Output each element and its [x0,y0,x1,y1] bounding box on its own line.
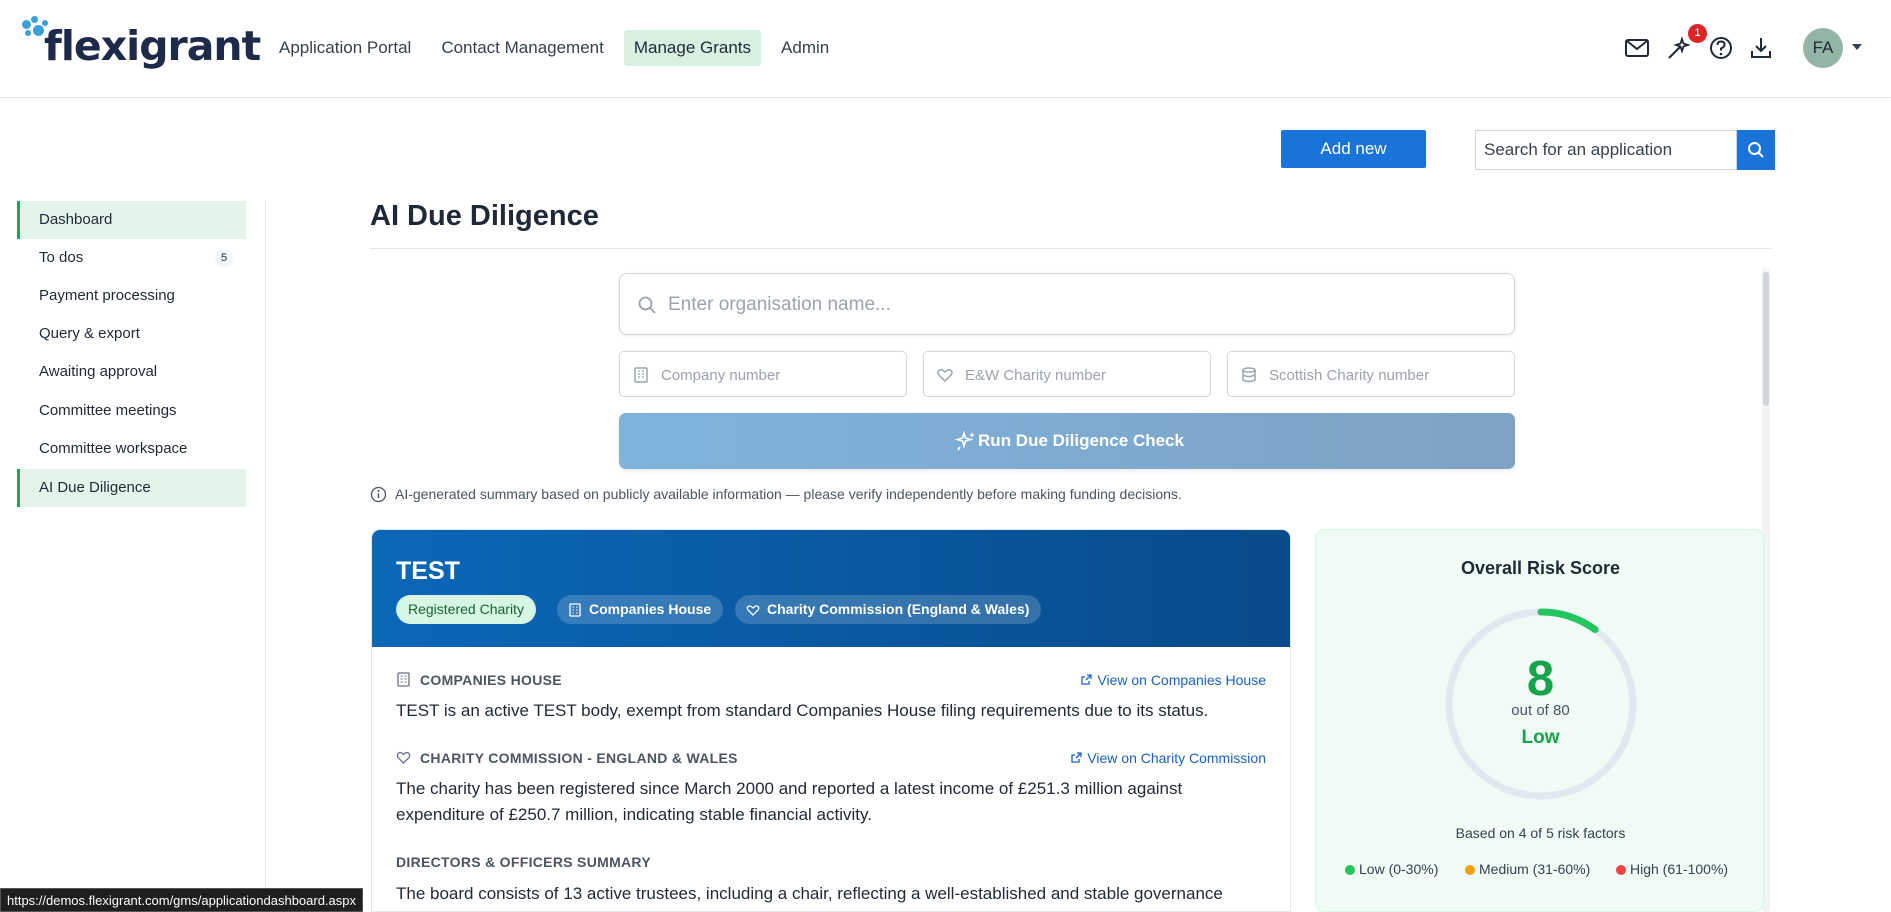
run-due-diligence-button[interactable]: Run Due Diligence Check [619,413,1515,469]
notification-badge: 1 [1688,24,1707,43]
sidebar-item-ai-due-diligence[interactable]: AI Due Diligence [17,469,246,507]
company-number-input[interactable] [661,365,896,385]
sidebar-item-awaiting-approval[interactable]: Awaiting approval [17,353,246,391]
search-icon [1748,142,1764,158]
legend-label: Medium (31-60%) [1479,861,1591,877]
sidebar: Dashboard To dos 5 Payment processing Que… [0,200,266,912]
sparkle-wand-icon[interactable] [1665,35,1691,61]
directors-officers-summary: The board consists of 13 active trustees… [396,884,1223,903]
info-icon [370,486,387,503]
risk-score-value: 8 [1526,652,1555,706]
legend-dot-medium [1465,865,1475,875]
registered-charity-tag: Registered Charity [396,595,536,624]
application-search-input[interactable] [1475,130,1737,170]
organisation-name-input[interactable] [668,292,1488,318]
legend-label: Low (0-30%) [1359,861,1439,877]
heart-icon [937,369,953,383]
heart-icon [746,605,760,616]
companies-house-label: COMPANIES HOUSE [420,672,562,688]
sidebar-item-committee-workspace[interactable]: Committee workspace [17,430,246,468]
result-card: TEST Registered Charity Companies House … [371,529,1291,912]
sidebar-item-label: Query & export [39,325,140,342]
sidebar-item-label: Committee meetings [39,402,177,419]
nav-application-portal[interactable]: Application Portal [269,30,421,66]
charity-commission-label: CHARITY COMMISSION - ENGLAND & WALES [420,750,738,766]
logo-text: flexigrant [44,22,261,70]
mail-icon[interactable] [1624,35,1650,61]
sidebar-item-label: Dashboard [39,211,113,228]
result-card-header: TEST Registered Charity Companies House … [372,530,1290,647]
link-label: View on Charity Commission [1087,750,1266,766]
help-icon[interactable] [1708,35,1734,61]
nav-contact-management[interactable]: Contact Management [431,30,614,66]
sidebar-item-label: AI Due Diligence [39,479,151,496]
legend-low: Low (0-30%) [1345,861,1438,877]
risk-level: Low [1521,727,1560,748]
companies-house-summary: TEST is an active TEST body, exempt from… [396,701,1209,720]
flexigrant-logo[interactable]: flexigrant [22,16,261,82]
sidebar-item-label: Committee workspace [39,440,188,457]
sidebar-item-committee-meetings[interactable]: Committee meetings [17,392,246,430]
building-icon [569,603,581,617]
scottish-charity-number-input[interactable] [1269,365,1504,385]
tag-label: Companies House [589,601,712,617]
risk-score-max: out of 80 [1511,702,1570,719]
scottish-charity-number-field [1227,351,1515,397]
company-number-field [619,351,907,397]
legend-dot-low [1345,865,1355,875]
building-icon [634,367,648,383]
nav-admin[interactable]: Admin [771,30,839,66]
download-icon[interactable] [1748,35,1774,61]
view-on-charity-commission-link[interactable]: View on Charity Commission [1070,750,1266,766]
sidebar-item-payment-processing[interactable]: Payment processing [17,277,246,315]
nav-manage-grants[interactable]: Manage Grants [623,30,762,66]
ew-charity-number-input[interactable] [965,365,1200,385]
sidebar-item-query-export[interactable]: Query & export [17,315,246,353]
title-divider [370,248,1772,249]
search-icon [638,296,656,314]
legend-high: High (61-100%) [1616,861,1728,877]
risk-score-panel: Overall Risk Score 8 out of 80 Low Based… [1315,529,1764,912]
ai-disclaimer: AI-generated summary based on publicly a… [395,486,1182,502]
run-button-label: Run Due Diligence Check [978,431,1184,450]
top-navigation-bar: flexigrant Application Portal Contact Ma… [0,0,1891,98]
todo-count-badge: 5 [215,249,233,267]
page-title: AI Due Diligence [370,200,599,232]
ew-charity-number-field [923,351,1211,397]
legend-dot-high [1616,865,1626,875]
browser-status-bar: https://demos.flexigrant.com/gms/applica… [0,888,364,912]
directors-officers-label: DIRECTORS & OFFICERS SUMMARY [396,854,651,870]
main-nav: Application Portal Contact Management Ma… [269,30,839,66]
link-label: View on Companies House [1097,672,1266,688]
external-link-icon [1081,674,1093,685]
external-link-icon [1071,752,1083,763]
organisation-name: TEST [396,557,460,585]
sidebar-item-label: Awaiting approval [39,363,158,380]
legend-label: High (61-100%) [1630,861,1729,877]
scrollbar-thumb[interactable] [1763,272,1769,406]
organisation-search-box [619,273,1515,335]
add-new-application-button[interactable]: Add new application [1281,130,1426,196]
user-avatar[interactable]: FA [1803,28,1843,68]
companies-house-tag: Companies House [557,595,724,624]
legend-medium: Medium (31-60%) [1465,861,1590,877]
charity-commission-summary: The charity has been registered since Ma… [396,779,1183,824]
view-on-companies-house-link[interactable]: View on Companies House [1080,672,1266,688]
sidebar-item-dashboard[interactable]: Dashboard [17,201,246,239]
chevron-down-icon[interactable] [1852,44,1862,50]
application-search-button[interactable] [1737,130,1775,170]
sparkles-icon [955,430,975,451]
sidebar-item-label: To dos [39,249,84,266]
risk-score-title: Overall Risk Score [1460,558,1621,578]
sidebar-item-label: Payment processing [39,287,175,304]
database-icon [1242,367,1256,383]
sidebar-item-to-dos[interactable]: To dos 5 [17,239,246,277]
tag-label: Charity Commission (England & Wales) [767,601,1030,617]
charity-commission-tag: Charity Commission (England & Wales) [735,595,1042,624]
risk-factors-note: Based on 4 of 5 risk factors [1455,825,1626,841]
